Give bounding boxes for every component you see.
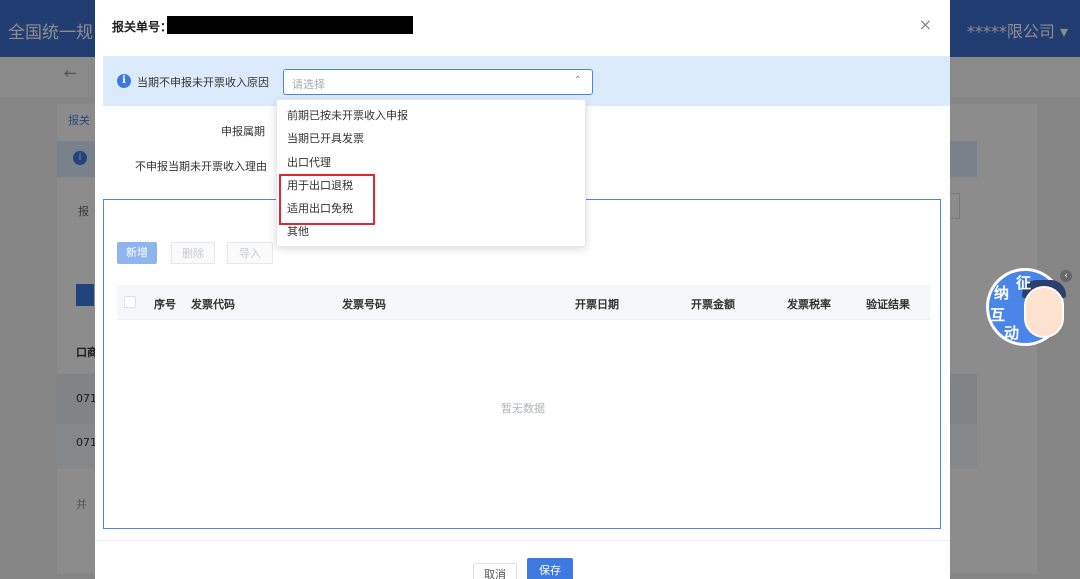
no-report-reason-label: 不申报当期未开票收入理由: [135, 160, 267, 173]
reason-select-placeholder: 请选择: [292, 78, 325, 91]
mascot-char: 征: [1016, 274, 1032, 292]
modal-header: 报关单号： ×: [95, 0, 950, 50]
chevron-up-icon: ⌃: [573, 75, 582, 86]
mascot-char: 动: [1004, 324, 1020, 342]
save-button[interactable]: 保存: [527, 558, 573, 579]
cancel-button[interactable]: 取消: [473, 563, 517, 579]
reason-select[interactable]: 请选择 ⌃: [283, 69, 593, 95]
col-amount: 开票金额: [691, 298, 735, 311]
col-invoice-number: 发票号码: [342, 298, 386, 311]
table-header: 序号 发票代码 发票号码 开票日期 开票金额 发票税率 验证结果: [117, 285, 930, 320]
period-label: 申报属期: [221, 125, 265, 138]
modal-footer: 取消 保存: [95, 540, 950, 579]
modal-title: 报关单号：: [112, 20, 173, 34]
mascot-char: 互: [990, 306, 1006, 324]
dropdown-option[interactable]: 出口代理: [287, 153, 331, 173]
import-button[interactable]: 导入: [227, 242, 273, 264]
annotation-highlight-box: [279, 174, 375, 225]
mascot-char: 纳: [994, 284, 1010, 302]
delete-button[interactable]: 删除: [171, 242, 215, 264]
select-all-checkbox[interactable]: [124, 296, 136, 308]
col-seq: 序号: [154, 298, 176, 311]
reason-label: 当期不申报未开票收入原因: [137, 76, 269, 89]
redacted-number: [167, 16, 413, 34]
col-issue-date: 开票日期: [575, 298, 619, 311]
col-tax-rate: 发票税率: [787, 298, 831, 311]
dropdown-option[interactable]: 其他: [287, 222, 309, 242]
info-icon: i: [117, 74, 131, 88]
col-invoice-code: 发票代码: [191, 298, 235, 311]
close-icon[interactable]: ×: [919, 15, 932, 34]
invoice-table-panel: 新增 删除 导入 序号 发票代码 发票号码 开票日期 开票金额 发票税率 验证结…: [103, 199, 941, 529]
add-button[interactable]: 新增: [117, 242, 157, 264]
mascot-widget[interactable]: 纳 征 互 动 ‹: [986, 264, 1072, 350]
dropdown-option[interactable]: 前期已按未开票收入申报: [287, 106, 408, 126]
mascot-collapse-icon[interactable]: ‹: [1060, 270, 1072, 282]
empty-text: 暂无数据: [501, 402, 545, 415]
dropdown-option[interactable]: 当期已开具发票: [287, 129, 364, 149]
col-verify-result: 验证结果: [866, 298, 910, 311]
mascot-face-icon: [1024, 286, 1064, 338]
